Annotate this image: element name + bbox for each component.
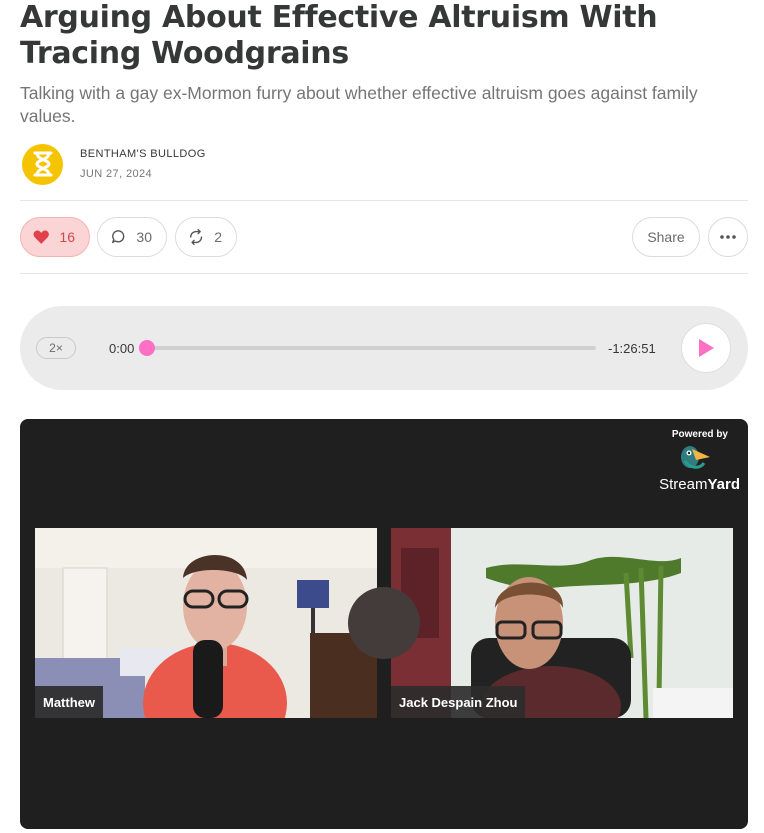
post-subtitle: Talking with a gay ex-Mormon furry about… (20, 83, 698, 126)
byline: BENTHAM'S BULLDOG JUN 27, 2024 (22, 143, 206, 185)
comment-icon (112, 230, 125, 244)
author-name[interactable]: BENTHAM'S BULLDOG (80, 148, 206, 160)
remaining-time: -1:26:51 (608, 341, 656, 356)
hourglass-icon (33, 151, 52, 177)
video-embed[interactable]: Powered by StreamYard Matthew Jack Despa… (20, 419, 748, 829)
streamyard-wordmark: StreamYard (659, 476, 740, 493)
powered-by-label: Powered by (671, 429, 728, 440)
video-loading-indicator (348, 587, 420, 659)
participant-name-tag: Jack Despain Zhou (391, 686, 526, 718)
like-button[interactable]: 16 (20, 217, 90, 257)
restack-icon (190, 228, 203, 246)
restack-count: 2 (214, 229, 222, 245)
current-time: 0:00 (109, 341, 135, 356)
brand-light: Stream (659, 476, 708, 493)
share-button[interactable]: Share (632, 217, 700, 257)
progress-track[interactable] (147, 346, 596, 350)
share-label: Share (647, 229, 685, 245)
more-icon (720, 235, 736, 239)
brand-bold: Yard (707, 476, 740, 493)
participant-feed-jack: Jack Despain Zhou (391, 528, 733, 718)
divider (20, 200, 748, 201)
play-icon (699, 339, 714, 357)
playback-speed-button[interactable]: 2× (36, 337, 76, 359)
progress-knob[interactable] (139, 340, 155, 356)
restack-button[interactable]: 2 (175, 217, 237, 257)
comment-button[interactable]: 30 (97, 217, 167, 257)
post-title: Arguing About Effective Altruism With Tr… (20, 0, 658, 71)
avatar[interactable] (22, 143, 63, 185)
participant-feed-matthew: Matthew (35, 528, 377, 718)
streamyard-logo-icon (681, 446, 710, 469)
play-button[interactable] (681, 323, 731, 373)
post-date: JUN 27, 2024 (80, 168, 153, 180)
divider (20, 273, 748, 274)
participant-name-tag: Matthew (35, 686, 103, 718)
more-button[interactable] (708, 217, 748, 257)
audio-player: 2× 0:00 -1:26:51 (20, 306, 748, 390)
comment-count: 30 (136, 229, 152, 245)
like-count: 16 (59, 229, 75, 245)
heart-icon (33, 230, 49, 244)
